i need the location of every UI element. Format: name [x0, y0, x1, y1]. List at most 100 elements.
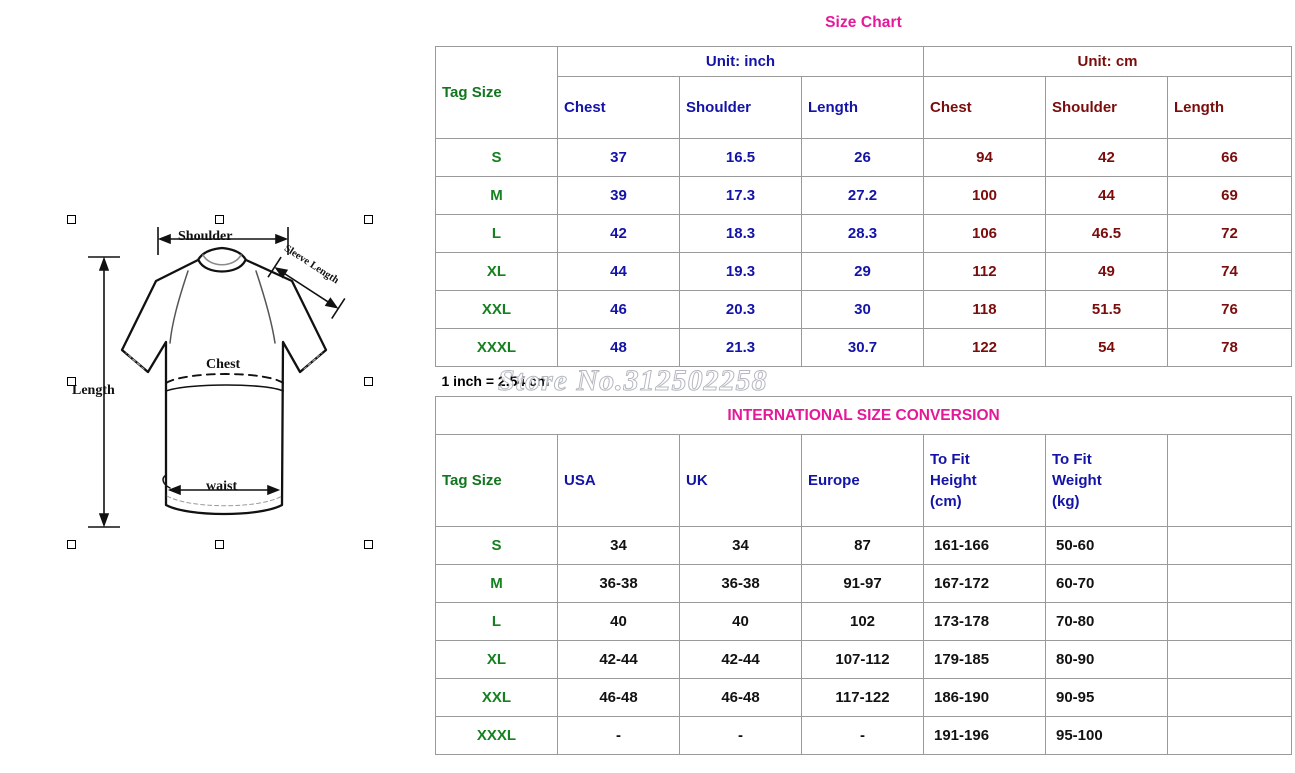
table-row: XXXL - - - 191-196 95-100 — [435, 716, 1293, 755]
selection-handle-top-center[interactable] — [215, 215, 224, 224]
table-row: XL 44 19.3 29 112 49 74 — [435, 251, 1292, 291]
cell-empty — [1166, 716, 1293, 755]
cell-size: S — [435, 137, 558, 177]
selection-handle-bottom-center[interactable] — [215, 540, 224, 549]
cell-cm-shoulder: 54 — [1045, 327, 1168, 367]
cell-uk: 40 — [679, 602, 802, 641]
international-conversion-title: INTERNATIONAL SIZE CONVERSION — [434, 396, 1293, 435]
cell-uk: - — [679, 716, 802, 755]
cell-inch-length: 30.7 — [801, 327, 924, 367]
cell-europe: - — [801, 716, 924, 755]
label-waist: waist — [206, 479, 238, 494]
cell-inch-chest: 39 — [557, 175, 680, 215]
cell-europe: 117-122 — [801, 678, 924, 717]
header-inch-length: Length — [801, 75, 924, 139]
header-europe: Europe — [801, 434, 924, 527]
selection-handle-middle-right[interactable] — [364, 377, 373, 386]
cell-size: L — [435, 213, 558, 253]
size-chart-title-row: Size Chart — [436, 0, 1292, 46]
cell-weight: 50-60 — [1045, 526, 1168, 565]
header-to-fit-height-line3: (cm) — [930, 493, 962, 511]
cell-size: XXL — [435, 678, 558, 717]
cell-usa: 42-44 — [557, 640, 680, 679]
inch-to-cm-note: 1 inch = 2.54 cm — [441, 373, 550, 390]
header-uk: UK — [679, 434, 802, 527]
table-row: XL 42-44 42-44 107-112 179-185 80-90 — [435, 640, 1293, 679]
cell-weight: 90-95 — [1045, 678, 1168, 717]
cell-height: 191-196 — [923, 716, 1046, 755]
cell-size: M — [435, 564, 558, 603]
table-row: L 42 18.3 28.3 106 46.5 72 — [435, 213, 1292, 253]
cell-uk: 42-44 — [679, 640, 802, 679]
cell-weight: 80-90 — [1045, 640, 1168, 679]
table-row: M 39 17.3 27.2 100 44 69 — [435, 175, 1292, 215]
header-inch-chest: Chest — [557, 75, 680, 139]
cell-cm-shoulder: 46.5 — [1045, 213, 1168, 253]
conversion-note-row: 1 inch = 2.54 cm — [436, 366, 1292, 396]
cell-inch-length: 27.2 — [801, 175, 924, 215]
cell-europe: 91-97 — [801, 564, 924, 603]
table-row: XXL 46-48 46-48 117-122 186-190 90-95 — [435, 678, 1293, 717]
cell-cm-length: 66 — [1167, 137, 1292, 177]
cell-uk: 34 — [679, 526, 802, 565]
size-tables-panel: Size Chart Tag Size Unit: inch Unit: cm … — [434, 0, 1295, 773]
cell-usa: 40 — [557, 602, 680, 641]
header-tag-size-2: Tag Size — [435, 434, 558, 527]
table-row: L 40 40 102 173-178 70-80 — [435, 602, 1293, 641]
cell-europe: 102 — [801, 602, 924, 641]
cell-weight: 60-70 — [1045, 564, 1168, 603]
cell-empty — [1166, 602, 1293, 641]
cell-cm-length: 78 — [1167, 327, 1292, 367]
cell-inch-chest: 44 — [557, 251, 680, 291]
selection-handle-top-right[interactable] — [364, 215, 373, 224]
cell-height: 173-178 — [923, 602, 1046, 641]
header-to-fit-weight-line3: (kg) — [1052, 493, 1080, 511]
header-inch-shoulder: Shoulder — [679, 75, 802, 139]
cell-height: 179-185 — [923, 640, 1046, 679]
cell-inch-chest: 42 — [557, 213, 680, 253]
cell-empty — [1166, 678, 1293, 717]
cell-usa: 46-48 — [557, 678, 680, 717]
cell-usa: 34 — [557, 526, 680, 565]
selection-handle-top-left[interactable] — [67, 215, 76, 224]
cell-cm-chest: 118 — [923, 289, 1046, 329]
cell-height: 186-190 — [923, 678, 1046, 717]
header-to-fit-weight-line2: Weight — [1052, 471, 1102, 489]
size-chart-title: Size Chart — [825, 13, 902, 31]
cell-cm-length: 72 — [1167, 213, 1292, 253]
cell-inch-chest: 48 — [557, 327, 680, 367]
cell-height: 161-166 — [923, 526, 1046, 565]
conversion-title-row: INTERNATIONAL SIZE CONVERSION — [434, 396, 1293, 435]
cell-size: XL — [435, 251, 558, 291]
cell-inch-shoulder: 17.3 — [679, 175, 802, 215]
cell-size: XXXL — [435, 716, 558, 755]
table-row: S 34 34 87 161-166 50-60 — [435, 526, 1293, 565]
cell-size: M — [435, 175, 558, 215]
cell-inch-chest: 37 — [557, 137, 680, 177]
selection-handle-bottom-right[interactable] — [364, 540, 373, 549]
cell-inch-shoulder: 18.3 — [679, 213, 802, 253]
cell-cm-shoulder: 42 — [1045, 137, 1168, 177]
measure-header-row: Chest Shoulder Length Chest Shoulder Len… — [436, 75, 1292, 139]
header-tag-size: Tag Size — [435, 45, 558, 139]
tshirt-diagram: Shoulder Sleeve Length Chest Length wais… — [60, 205, 390, 555]
cell-cm-shoulder: 51.5 — [1045, 289, 1168, 329]
selection-handle-middle-left[interactable] — [67, 377, 76, 386]
header-to-fit-weight: To Fit Weight (kg) — [1045, 434, 1168, 527]
tshirt-illustration-svg — [88, 227, 346, 528]
label-shoulder: Shoulder — [178, 229, 233, 244]
cell-cm-length: 74 — [1167, 251, 1292, 291]
cell-empty — [1166, 564, 1293, 603]
cell-size: S — [435, 526, 558, 565]
international-size-conversion-table: INTERNATIONAL SIZE CONVERSION Tag Size U… — [434, 396, 1293, 755]
tshirt-diagram-panel: Shoulder Sleeve Length Chest Length wais… — [0, 0, 435, 773]
cell-uk: 46-48 — [679, 678, 802, 717]
header-to-fit-height-line2: Height — [930, 471, 977, 489]
cell-size: L — [435, 602, 558, 641]
cell-size: XL — [435, 640, 558, 679]
header-to-fit-height: To Fit Height (cm) — [923, 434, 1046, 527]
cell-inch-length: 29 — [801, 251, 924, 291]
selection-handle-bottom-left[interactable] — [67, 540, 76, 549]
label-chest: Chest — [206, 357, 241, 372]
size-chart-page: Shoulder Sleeve Length Chest Length wais… — [0, 0, 1295, 773]
